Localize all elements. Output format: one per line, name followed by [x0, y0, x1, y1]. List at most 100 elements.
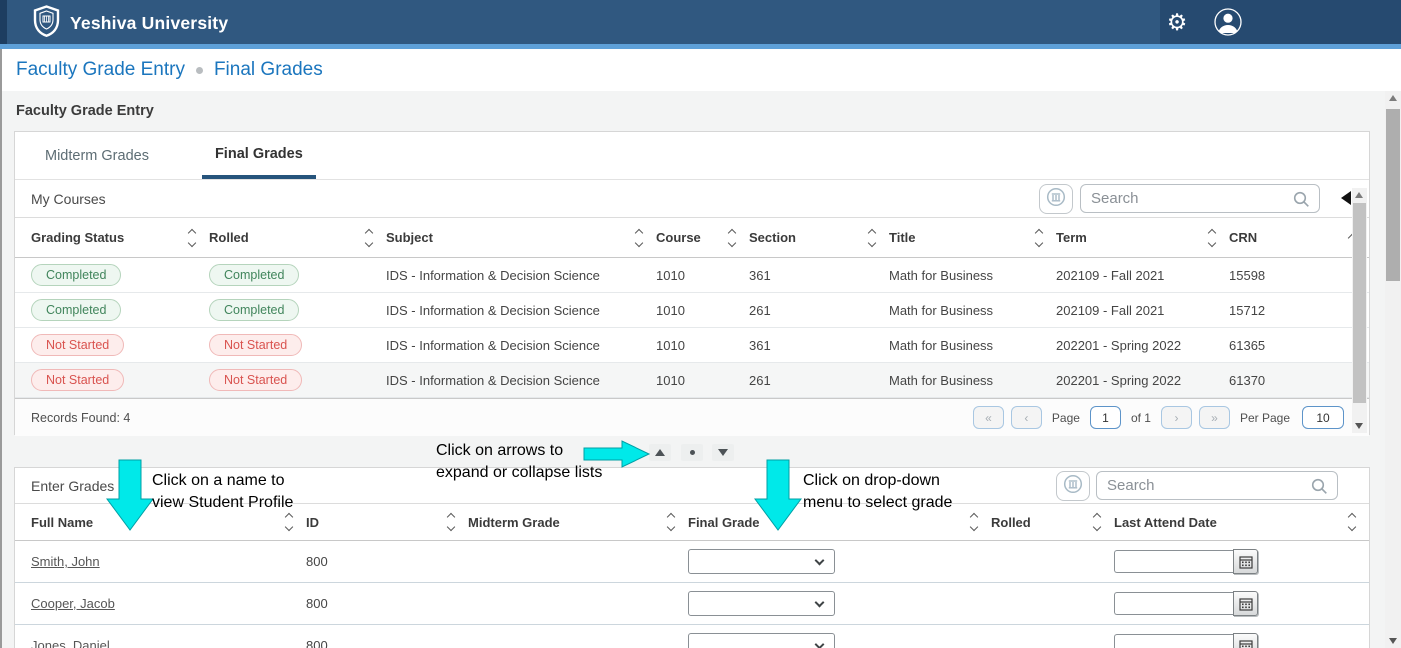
column-header-final-grade[interactable]: Final Grade	[688, 514, 991, 530]
column-header-crn[interactable]: CRN	[1229, 230, 1369, 245]
calendar-icon	[1239, 597, 1253, 611]
sort-icon[interactable]	[971, 514, 977, 530]
expand-list-button[interactable]	[649, 444, 671, 461]
sort-icon[interactable]	[1209, 230, 1215, 246]
subject-cell: IDS - Information & Decision Science	[386, 338, 656, 353]
annotation-student-profile: Click on a name to view Student Profile	[152, 470, 293, 514]
rolled-status-badge: Completed	[209, 264, 299, 286]
crn-cell: 61365	[1229, 338, 1369, 353]
splitter-drag-handle[interactable]	[681, 444, 703, 461]
of-pages-label: of 1	[1131, 411, 1151, 425]
student-id-cell: 800	[306, 554, 468, 569]
column-header-last-attend-date[interactable]: Last Attend Date	[1114, 514, 1369, 530]
triangle-up-icon	[655, 449, 665, 456]
breadcrumb-separator-dot	[196, 67, 203, 74]
university-shield-logo-icon	[33, 5, 60, 42]
column-header-rolled[interactable]: Rolled	[209, 230, 386, 246]
column-header-full-name[interactable]: Full Name	[31, 514, 306, 530]
rolled-status-badge: Completed	[209, 299, 299, 321]
courses-search	[1080, 184, 1320, 213]
grades-search	[1096, 471, 1338, 500]
grades-grid-button[interactable]	[1056, 471, 1090, 501]
calendar-button[interactable]	[1233, 591, 1258, 616]
final-grade-select[interactable]	[688, 549, 835, 574]
subject-cell: IDS - Information & Decision Science	[386, 268, 656, 283]
page-scrollbar[interactable]	[1385, 91, 1401, 648]
brand-name: Yeshiva University	[70, 13, 228, 34]
scroll-up-icon[interactable]	[1355, 192, 1363, 198]
column-header-rolled[interactable]: Rolled	[991, 514, 1114, 530]
rolled-status-badge: Not Started	[209, 334, 302, 356]
final-grade-select[interactable]	[688, 633, 835, 648]
course-row[interactable]: Completed Completed IDS - Information & …	[15, 293, 1369, 328]
column-header-id[interactable]: ID	[306, 514, 468, 530]
student-id-cell: 800	[306, 638, 468, 648]
columns-icon	[1046, 187, 1066, 212]
grading-status-badge: Completed	[31, 264, 121, 286]
sort-icon[interactable]	[729, 230, 735, 246]
courses-scrollbar-thumb[interactable]	[1353, 203, 1366, 403]
prev-page-button[interactable]: ‹	[1011, 406, 1042, 429]
scroll-up-icon[interactable]	[1389, 95, 1397, 101]
last-page-button[interactable]: »	[1199, 406, 1230, 429]
courses-scrollbar[interactable]	[1352, 188, 1367, 433]
column-header-grading-status[interactable]: Grading Status	[31, 230, 209, 246]
courses-grid-button[interactable]	[1039, 184, 1073, 214]
sort-icon[interactable]	[668, 514, 674, 530]
section-cell: 261	[749, 373, 889, 388]
sort-icon[interactable]	[1349, 514, 1355, 530]
panel-collapse-arrow-icon[interactable]	[1341, 191, 1351, 205]
last-attend-date-input[interactable]	[1114, 550, 1233, 573]
university-brand[interactable]: Yeshiva University	[33, 5, 228, 42]
courses-search-input[interactable]	[1081, 185, 1319, 212]
calendar-button[interactable]	[1233, 633, 1258, 648]
final-grade-select[interactable]	[688, 591, 835, 616]
course-cell: 1010	[656, 373, 749, 388]
student-name-link[interactable]: Jones, Daniel	[31, 638, 110, 648]
first-page-button[interactable]: «	[973, 406, 1004, 429]
course-row[interactable]: Not Started Not Started IDS - Informatio…	[15, 328, 1369, 363]
last-attend-date-input[interactable]	[1114, 634, 1233, 648]
column-header-course[interactable]: Course	[656, 230, 749, 246]
scroll-down-icon[interactable]	[1389, 638, 1397, 644]
chevron-down-icon	[815, 556, 825, 566]
column-header-title[interactable]: Title	[889, 230, 1056, 246]
sort-icon[interactable]	[1036, 230, 1042, 246]
sort-icon[interactable]	[286, 514, 292, 530]
breadcrumb-faculty-grade-entry[interactable]: Faculty Grade Entry	[16, 59, 185, 81]
last-attend-date-input[interactable]	[1114, 592, 1233, 615]
sort-icon[interactable]	[636, 230, 642, 246]
grading-status-badge: Completed	[31, 299, 121, 321]
per-page-input[interactable]	[1302, 406, 1344, 429]
sort-icon[interactable]	[366, 230, 372, 246]
student-name-link[interactable]: Smith, John	[31, 554, 100, 569]
records-found-label: Records Found: 4	[31, 411, 130, 425]
user-profile-icon[interactable]	[1213, 7, 1243, 37]
sort-icon[interactable]	[869, 230, 875, 246]
enter-grades-title: Enter Grades	[31, 478, 114, 494]
sort-icon[interactable]	[448, 514, 454, 530]
page-scrollbar-thumb[interactable]	[1386, 109, 1400, 281]
column-header-section[interactable]: Section	[749, 230, 889, 246]
grades-search-input[interactable]	[1097, 472, 1337, 499]
scroll-down-icon[interactable]	[1355, 423, 1363, 429]
course-row[interactable]: Not Started Not Started IDS - Informatio…	[15, 363, 1369, 398]
student-row: Smith, John 800	[15, 541, 1369, 583]
settings-gear-icon[interactable]: ⚙	[1163, 9, 1191, 37]
crn-cell: 61370	[1229, 373, 1369, 388]
page-number-input[interactable]	[1090, 406, 1121, 429]
sort-icon[interactable]	[189, 230, 195, 246]
column-header-subject[interactable]: Subject	[386, 230, 656, 246]
calendar-button[interactable]	[1233, 549, 1258, 574]
collapse-list-button[interactable]	[712, 444, 734, 461]
sort-icon[interactable]	[1094, 514, 1100, 530]
tab-final-grades[interactable]: Final Grades	[202, 132, 316, 179]
column-header-midterm-grade[interactable]: Midterm Grade	[468, 514, 688, 530]
column-header-term[interactable]: Term	[1056, 230, 1229, 246]
course-row[interactable]: Completed Completed IDS - Information & …	[15, 258, 1369, 293]
student-name-link[interactable]: Cooper, Jacob	[31, 596, 115, 611]
tab-midterm-grades[interactable]: Midterm Grades	[45, 132, 162, 179]
next-page-button[interactable]: ›	[1161, 406, 1192, 429]
page-title: Faculty Grade Entry	[16, 103, 154, 119]
window-left-edge	[0, 49, 2, 648]
